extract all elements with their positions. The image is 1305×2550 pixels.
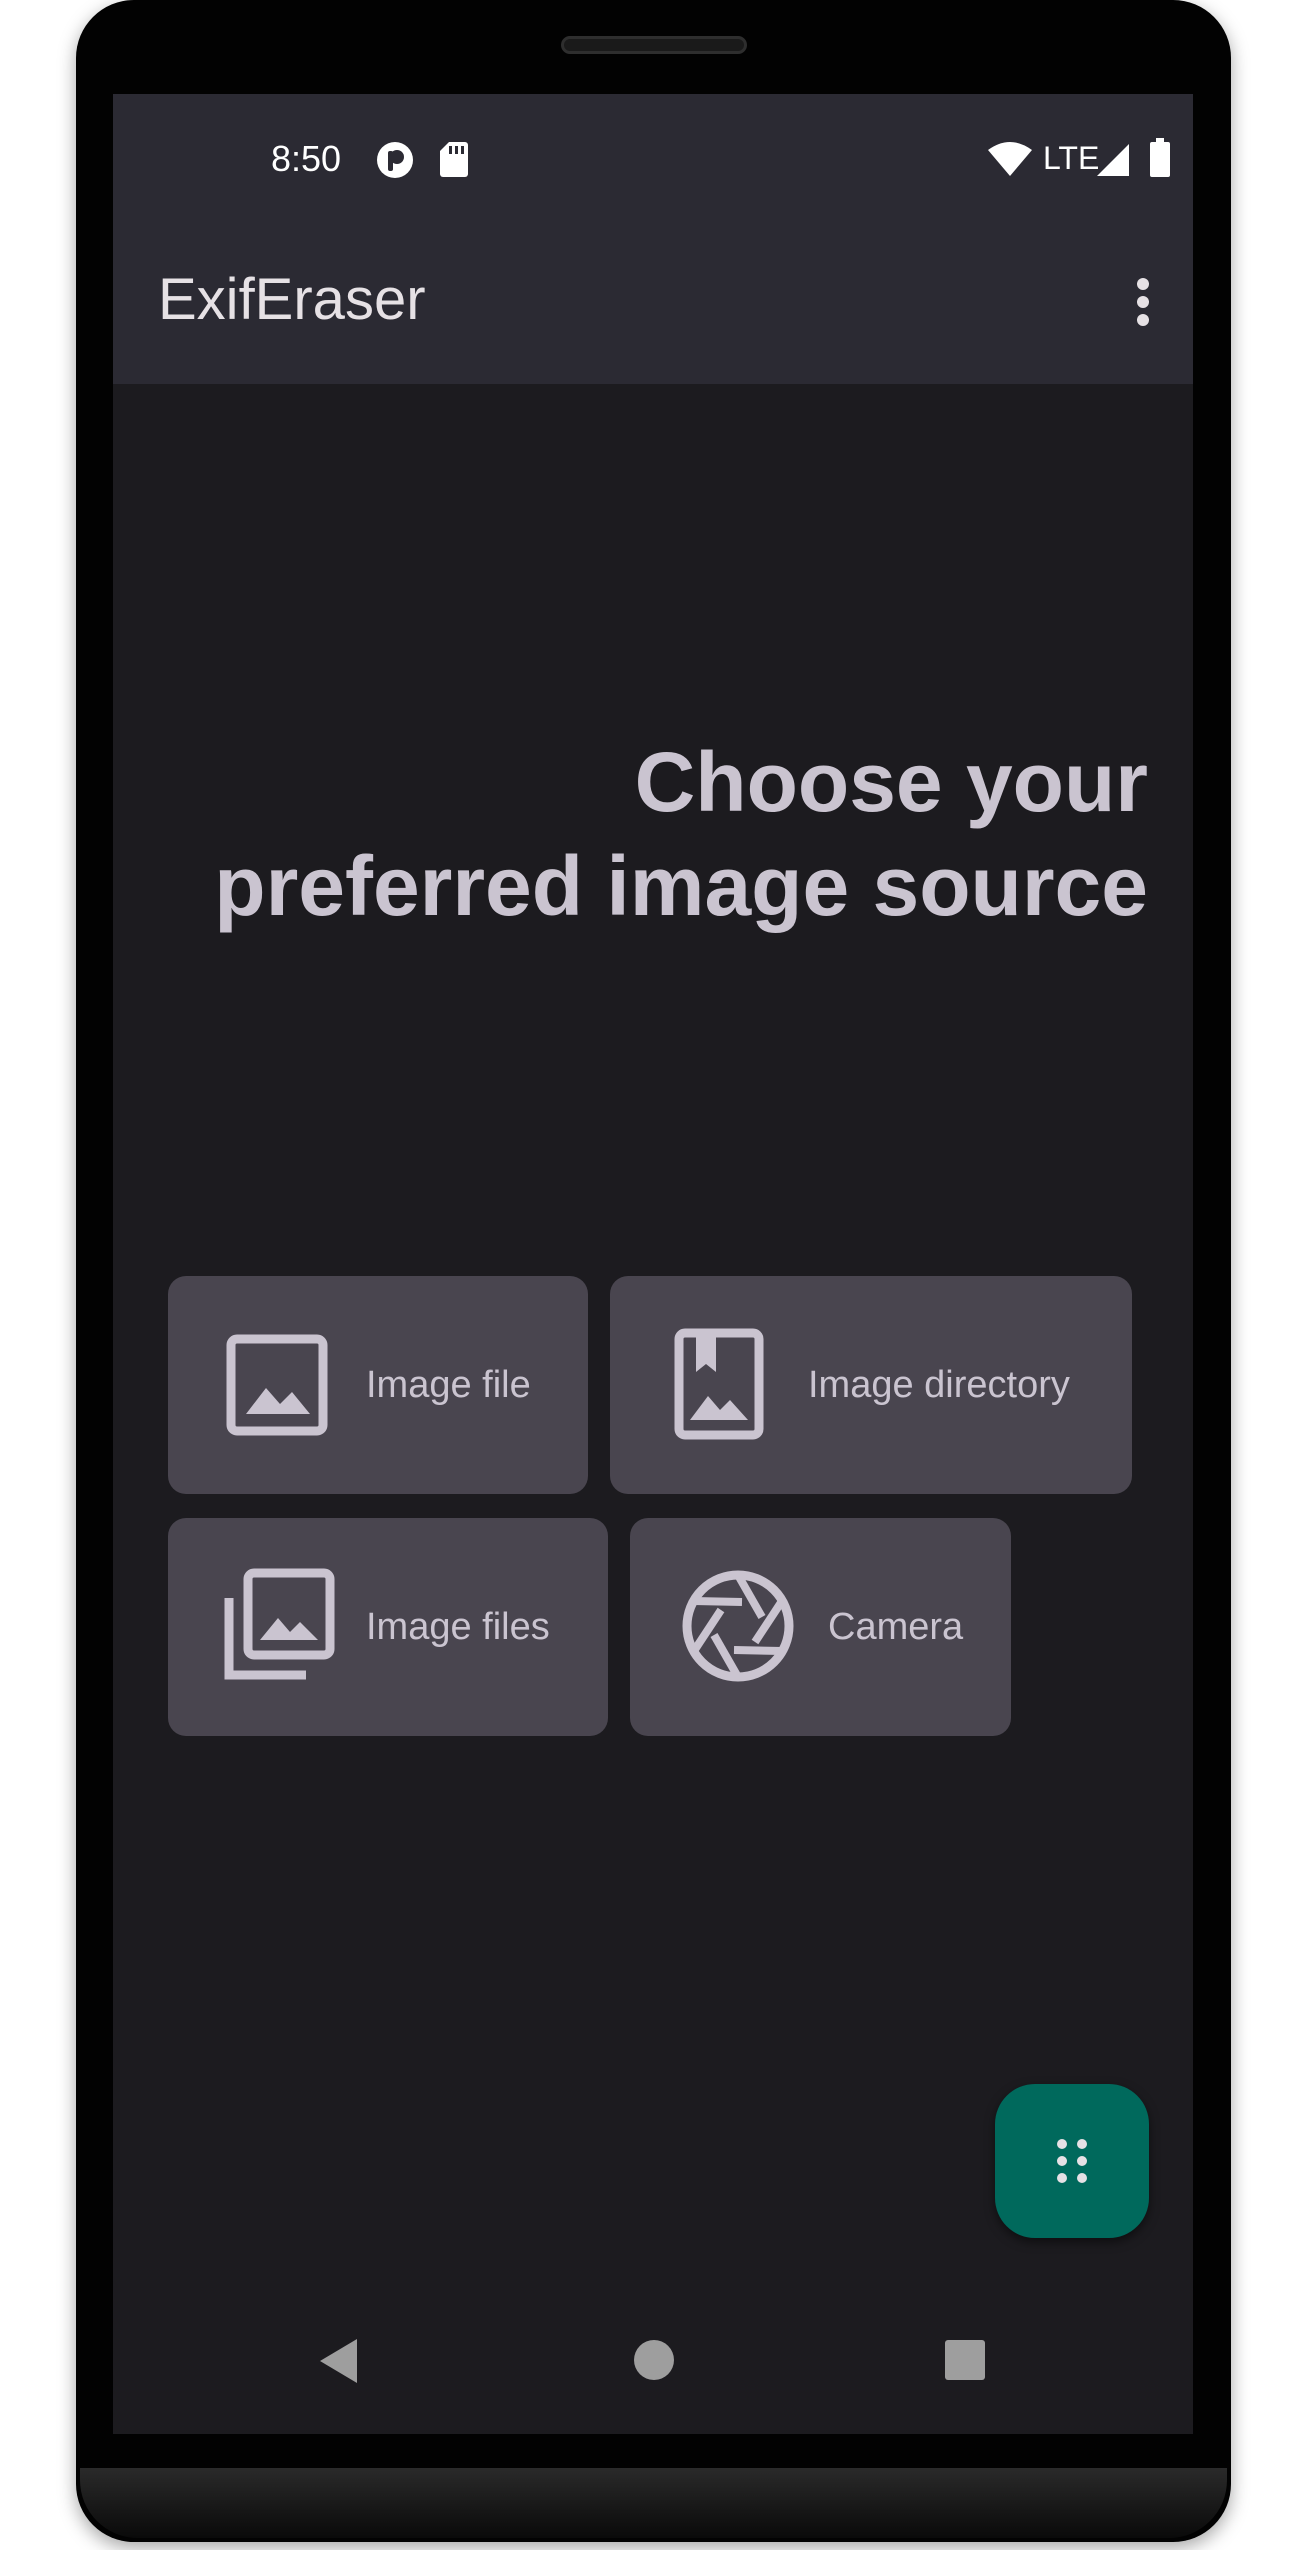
app-notification-icon: [377, 142, 413, 178]
home-icon[interactable]: [632, 2338, 676, 2382]
back-icon[interactable]: [317, 2336, 361, 2386]
phone-bottom-edge: [80, 2468, 1227, 2538]
app-title: ExifEraser: [158, 267, 426, 332]
image-directory-button[interactable]: Image directory: [610, 1276, 1132, 1494]
device-screen: 8:50 LTE ExifEraser Choose your preferre…: [113, 94, 1193, 2434]
recents-icon[interactable]: [943, 2338, 987, 2382]
system-navigation-bar: [113, 2314, 1193, 2434]
status-time: 8:50: [271, 138, 342, 179]
signal-icon: [1097, 144, 1129, 176]
image-file-label: Image file: [366, 1364, 531, 1406]
camera-label: Camera: [828, 1606, 964, 1648]
network-type-label: LTE: [1043, 140, 1100, 176]
image-files-button[interactable]: Image files: [168, 1518, 608, 1736]
image-directory-label: Image directory: [808, 1364, 1070, 1406]
phone-speaker: [561, 36, 747, 54]
battery-icon: [1150, 138, 1170, 177]
source-options-fab[interactable]: [995, 2084, 1149, 2238]
bookmark-image-icon: [674, 1328, 764, 1440]
image-files-label: Image files: [366, 1606, 550, 1648]
page-heading: Choose your preferred image source: [148, 730, 1148, 938]
image-file-button[interactable]: Image file: [168, 1276, 588, 1494]
image-icon: [226, 1334, 328, 1436]
camera-button[interactable]: Camera: [630, 1518, 1011, 1736]
dots-grid-icon: [1057, 2139, 1087, 2183]
heading-line-2: preferred image source: [214, 839, 1148, 933]
wifi-icon: [988, 142, 1032, 176]
top-app-bar: ExifEraser: [113, 220, 1193, 384]
camera-aperture-icon: [682, 1570, 794, 1682]
heading-line-1: Choose your: [634, 735, 1148, 829]
sd-card-icon: [440, 142, 468, 177]
image-stack-icon: [224, 1568, 335, 1680]
more-options-button[interactable]: [1113, 262, 1173, 342]
more-vert-icon: [1137, 278, 1149, 326]
status-bar: 8:50 LTE: [113, 94, 1193, 220]
